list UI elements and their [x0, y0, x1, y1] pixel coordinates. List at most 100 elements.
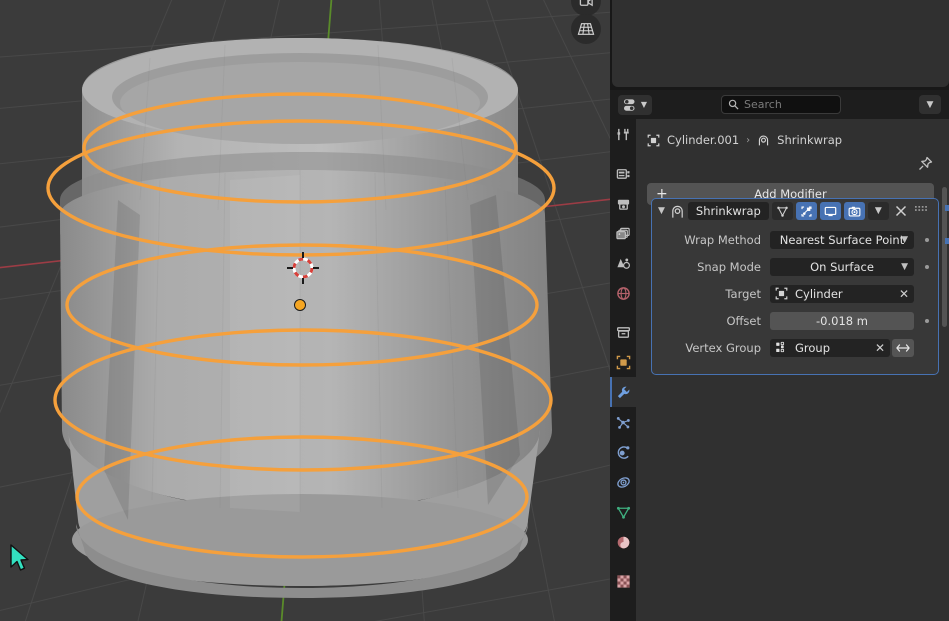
- printer-icon: [617, 199, 629, 210]
- toggle-on-cage[interactable]: [795, 202, 817, 220]
- tab-world[interactable]: [610, 278, 636, 308]
- panel-edge-marker: [945, 238, 949, 244]
- row-wrap-method: Wrap Method Nearest Surface Point ▼: [652, 229, 938, 250]
- editor-type-selector[interactable]: ▼: [618, 94, 652, 115]
- toggle-realtime-display[interactable]: [819, 202, 841, 220]
- collection-box-icon: [616, 326, 630, 338]
- drag-grip-dots: [914, 206, 927, 211]
- 3d-viewport[interactable]: [0, 0, 610, 621]
- images-icon: [615, 227, 630, 239]
- chevron-down-icon: ▼: [901, 261, 908, 272]
- toggle-edit-mode-display[interactable]: [771, 202, 793, 220]
- wrap-method-animate-dot[interactable]: [925, 237, 929, 242]
- row-snap-mode: Snap Mode On Surface ▼: [652, 256, 938, 277]
- snap-mode-animate-dot[interactable]: [925, 264, 929, 269]
- row-vertex-group: Vertex Group Group ✕: [652, 337, 938, 358]
- perspective-toggle-icon[interactable]: [571, 14, 601, 44]
- properties-tab-strip: [610, 119, 636, 621]
- modifier-header: ▼ Shrinkwrap ▼: [652, 199, 938, 223]
- tab-view-layer[interactable]: [610, 218, 636, 248]
- header-options-dropdown[interactable]: ▼: [919, 95, 941, 114]
- tab-particles[interactable]: [610, 407, 636, 437]
- particles-icon: [616, 416, 630, 429]
- chevron-down-icon[interactable]: ▼: [656, 206, 667, 216]
- offset-animate-dot[interactable]: [925, 318, 929, 323]
- render-camera-icon: [616, 168, 629, 179]
- object-square-icon: [775, 287, 788, 300]
- tab-object[interactable]: [610, 347, 636, 377]
- tab-texture[interactable]: [610, 566, 636, 596]
- vertex-group-field[interactable]: Group ✕: [770, 338, 890, 357]
- wrap-method-value: Nearest Surface Point: [779, 232, 905, 247]
- vertex-group-clear-button[interactable]: ✕: [875, 341, 885, 355]
- chevron-down-icon: ▼: [926, 99, 934, 110]
- on-cage-icon: [801, 205, 812, 217]
- chevron-down-icon: ▼: [640, 100, 648, 109]
- wrap-method-dropdown[interactable]: Nearest Surface Point ▼: [770, 230, 914, 249]
- shrinkwrap-icon: [759, 134, 769, 145]
- breadcrumb: Cylinder.001 › Shrinkwrap: [636, 128, 943, 152]
- texture-checker-icon: [616, 574, 630, 588]
- target-object-field[interactable]: Cylinder ✕: [770, 284, 914, 303]
- tab-tool[interactable]: [610, 119, 636, 149]
- search-placeholder: Search: [744, 98, 782, 111]
- breadcrumb-modifier-label[interactable]: Shrinkwrap: [777, 133, 842, 147]
- tab-constraints[interactable]: [610, 467, 636, 497]
- physics-orbit-icon: [617, 445, 629, 459]
- offset-value-field[interactable]: -0.018 m: [770, 311, 914, 330]
- snap-mode-value: On Surface: [810, 259, 874, 274]
- offset-label: Offset: [726, 313, 761, 328]
- mesh-data-triangle-icon: [616, 506, 630, 519]
- row-target: Target Cylinder ✕: [652, 283, 938, 304]
- 3d-cursor: [287, 252, 319, 284]
- modifier-extras-dropdown[interactable]: ▼: [867, 202, 889, 220]
- tab-modifiers[interactable]: [610, 377, 636, 407]
- snap-mode-dropdown[interactable]: On Surface ▼: [770, 257, 914, 276]
- material-sphere-icon: [617, 536, 629, 548]
- vertex-group-label: Vertex Group: [685, 340, 761, 355]
- offset-value: -0.018 m: [816, 313, 868, 328]
- panel-edge-marker: [945, 205, 949, 211]
- vertex-group-icon: [776, 341, 785, 353]
- modifier-delete-button[interactable]: [892, 202, 910, 220]
- object-square-icon: [616, 355, 630, 369]
- upper-empty-editor: [612, 0, 949, 87]
- tab-data[interactable]: [610, 497, 636, 527]
- chevron-down-icon: ▼: [901, 234, 908, 245]
- search-input[interactable]: Search: [721, 95, 841, 114]
- modifier-name-field[interactable]: Shrinkwrap: [687, 202, 769, 220]
- blender-window: ▼ Search ▼ Cylinder.001 › Shrinkwrap + A…: [0, 0, 949, 621]
- viewport-scene: [0, 0, 610, 621]
- tab-material[interactable]: [610, 527, 636, 557]
- camera-view-glyph: [579, 0, 593, 6]
- tab-physics[interactable]: [610, 437, 636, 467]
- tab-collection[interactable]: [610, 317, 636, 347]
- camera-icon: [848, 206, 861, 216]
- pin-icon[interactable]: [918, 156, 933, 171]
- vertex-group-invert-button[interactable]: [892, 338, 914, 357]
- tab-scene[interactable]: [610, 248, 636, 278]
- tab-separator: [610, 308, 636, 317]
- scene-cone-icon: [616, 258, 630, 269]
- tab-render[interactable]: [610, 158, 636, 188]
- toggle-render-display[interactable]: [843, 202, 865, 220]
- object-square-icon: [647, 134, 660, 146]
- snap-mode-label: Snap Mode: [697, 259, 761, 274]
- chevron-down-icon: ▼: [874, 206, 882, 216]
- modifier-name-label: Shrinkwrap: [695, 204, 761, 218]
- mouse-pointer-cursor: [10, 544, 29, 571]
- tool-icon: [617, 128, 629, 140]
- shrinkwrap-icon: [672, 205, 683, 218]
- tab-separator: [610, 557, 636, 566]
- target-clear-button[interactable]: ✕: [899, 287, 909, 301]
- modifier-panel-shrinkwrap: ▼ Shrinkwrap ▼ Wrap Method Nearest Surfa…: [651, 198, 939, 375]
- target-label: Target: [725, 286, 761, 301]
- tab-output[interactable]: [610, 188, 636, 218]
- drag-grip-icon[interactable]: [913, 202, 929, 220]
- breadcrumb-object-label[interactable]: Cylinder.001: [667, 133, 739, 147]
- world-globe-icon: [616, 286, 630, 300]
- target-value: Cylinder: [795, 286, 843, 301]
- perspective-grid-glyph: [577, 23, 595, 35]
- row-offset: Offset -0.018 m: [652, 310, 938, 331]
- properties-header: ▼ Search ▼: [610, 90, 949, 119]
